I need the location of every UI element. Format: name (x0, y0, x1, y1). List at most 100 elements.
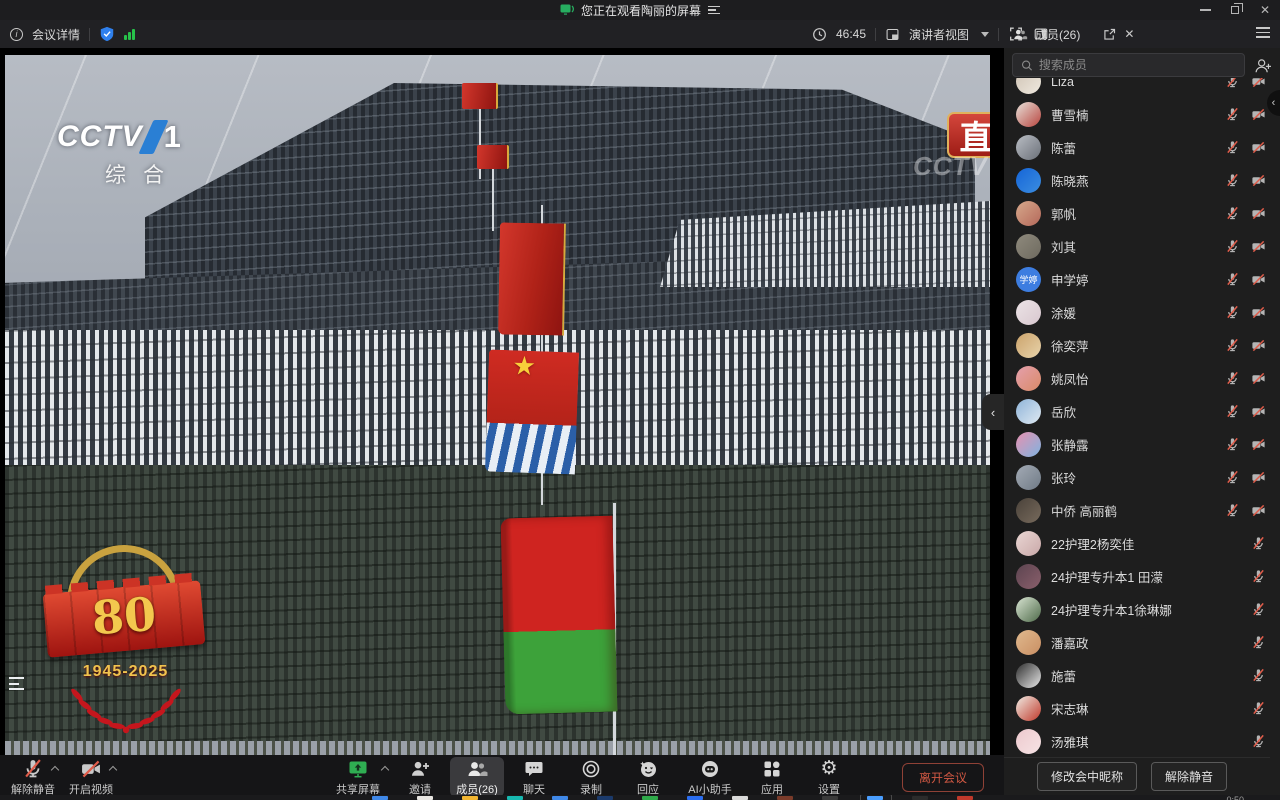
toolbar-settings[interactable]: ⚙ 设置 (802, 757, 856, 797)
member-row[interactable]: 中侨 高丽鹤 (1004, 494, 1280, 527)
member-row[interactable]: 郭帆 (1004, 197, 1280, 230)
member-row[interactable]: 22护理2杨奕佳 (1004, 527, 1280, 560)
toolbar-invite[interactable]: 邀请 (393, 757, 447, 797)
toolbar-start-video[interactable]: 开启视频 (64, 757, 118, 797)
toolbar-ai-assistant[interactable]: AI小助手 (678, 757, 742, 797)
emblem-number: 80 (41, 583, 206, 648)
gear-icon: ⚙ (820, 758, 837, 780)
rename-in-meeting-button[interactable]: 修改会中昵称 (1037, 762, 1137, 791)
mic-muted-icon (22, 758, 44, 780)
member-list: Liza 曹雪楠 (1004, 78, 1280, 757)
unmute-button[interactable]: 解除静音 (1151, 762, 1227, 791)
member-row[interactable]: 施蕾 (1004, 659, 1280, 692)
security-shield-icon[interactable] (99, 26, 115, 42)
navy-ensign-flag: ★ (485, 349, 579, 474)
member-row[interactable]: Liza (1004, 78, 1280, 98)
view-mode-dropdown[interactable]: 演讲者视图 (909, 26, 969, 43)
member-row[interactable]: 汤雅琪 (1004, 725, 1280, 757)
toolbar-record[interactable]: 录制 (564, 757, 618, 797)
toolbar-members[interactable]: 成员(26) (450, 757, 504, 797)
taskbar-app-icon[interactable] (867, 796, 883, 800)
taskbar-app-icon[interactable] (372, 796, 388, 800)
toolbar-unmute[interactable]: 解除静音 (6, 757, 60, 797)
chevron-down-icon (981, 32, 989, 37)
mic-options-caret[interactable] (51, 766, 59, 774)
video-options-caret[interactable] (109, 766, 117, 774)
taskbar-app-icon[interactable] (777, 796, 793, 800)
camera-muted-icon (1251, 437, 1266, 452)
member-row[interactable]: 宋志琳 (1004, 692, 1280, 725)
member-row[interactable]: 24护理专升本1徐琳娜 (1004, 593, 1280, 626)
windows-taskbar-peek[interactable]: 0:50 (0, 795, 1280, 800)
member-row[interactable]: 学婷 申学婷 (1004, 263, 1280, 296)
taskbar-app-icon[interactable] (462, 796, 478, 800)
toolbar-apps[interactable]: 应用 (745, 757, 799, 797)
member-row[interactable]: 曹雪楠 (1004, 98, 1280, 131)
add-member-icon[interactable] (1253, 57, 1272, 74)
member-row[interactable]: 姚凤怡 (1004, 362, 1280, 395)
mic-muted-icon (1225, 107, 1240, 122)
member-avatar (1016, 630, 1041, 655)
taskbar-app-icon[interactable] (597, 796, 613, 800)
member-row[interactable]: 刘其 (1004, 230, 1280, 263)
member-row[interactable]: 陈晓燕 (1004, 164, 1280, 197)
members-panel: Liza 曹雪楠 (1004, 48, 1280, 795)
members-panel-tab[interactable]: 成员(26) (1035, 26, 1080, 43)
member-avatar (1016, 432, 1041, 457)
minimize-button[interactable] (1198, 3, 1212, 17)
shared-screen-video-area: ★ CCTV 1 综合 直 CCTV 80 1945-2025 (0, 48, 1004, 755)
member-name: 24护理专升本1徐琳娜 (1051, 600, 1241, 619)
member-row[interactable]: 张玲 (1004, 461, 1280, 494)
leave-meeting-button[interactable]: 离开会议 (902, 763, 984, 792)
close-panel-icon[interactable]: ✕ (1124, 27, 1134, 41)
taskbar-app-icon[interactable] (552, 796, 568, 800)
mic-muted-icon (1251, 635, 1266, 650)
taskbar-app-icon[interactable] (957, 796, 973, 800)
red-banner-flag (462, 83, 498, 109)
member-avatar (1016, 102, 1041, 127)
member-avatar (1016, 300, 1041, 325)
emblem-laurel-wreath (51, 683, 201, 739)
taskbar-app-icon[interactable] (912, 796, 928, 800)
toolbar-reactions[interactable]: 回应 (621, 757, 675, 797)
network-signal-icon[interactable] (124, 28, 135, 40)
taskbar-app-icon[interactable] (822, 796, 838, 800)
banner-options-icon[interactable] (708, 6, 720, 15)
taskbar-app-icon[interactable] (507, 796, 523, 800)
member-status-icons (1225, 503, 1266, 518)
panel-menu-icon[interactable] (1256, 27, 1270, 38)
member-row[interactable]: 徐奕萍 (1004, 329, 1280, 362)
close-button[interactable]: ✕ (1258, 3, 1272, 17)
member-search-box[interactable] (1012, 53, 1245, 77)
toolbar-share-screen[interactable]: 共享屏幕 (326, 757, 390, 797)
popout-panel-icon[interactable] (1102, 27, 1117, 42)
camera-muted-icon (1251, 305, 1266, 320)
search-members-input[interactable] (1039, 58, 1236, 72)
info-icon[interactable]: i (10, 28, 23, 41)
taskbar-app-icon[interactable] (642, 796, 658, 800)
taskbar-app-icon[interactable] (417, 796, 433, 800)
taskbar-app-icon[interactable] (732, 796, 748, 800)
member-row[interactable]: 岳欣 (1004, 395, 1280, 428)
meeting-details-link[interactable]: 会议详情 (32, 26, 80, 43)
member-row[interactable]: 24护理专升本1 田濛 (1004, 560, 1280, 593)
member-row[interactable]: 张静露 (1004, 428, 1280, 461)
member-name: 中侨 高丽鹤 (1051, 501, 1215, 520)
toolbar-chat[interactable]: 聊天 (507, 757, 561, 797)
member-row[interactable]: 潘嘉政 (1004, 626, 1280, 659)
reaction-smiley-icon (637, 758, 659, 780)
mic-muted-icon (1225, 272, 1240, 287)
member-status-icons (1225, 404, 1266, 419)
camera-muted-icon (1251, 470, 1266, 485)
restore-button[interactable] (1228, 3, 1242, 17)
collapse-panel-handle[interactable]: ‹ (982, 394, 1004, 430)
taskbar-app-icon[interactable] (687, 796, 703, 800)
member-row[interactable]: 涂媛 (1004, 296, 1280, 329)
meeting-menu-bar: i 会议详情 46:45 演讲者视图 (0, 20, 1280, 48)
member-status-icons (1251, 602, 1266, 617)
member-status-icons (1251, 635, 1266, 650)
member-status-icons (1225, 239, 1266, 254)
share-options-caret[interactable] (381, 766, 389, 774)
member-row[interactable]: 陈蕾 (1004, 131, 1280, 164)
camera-muted-icon (1251, 107, 1266, 122)
